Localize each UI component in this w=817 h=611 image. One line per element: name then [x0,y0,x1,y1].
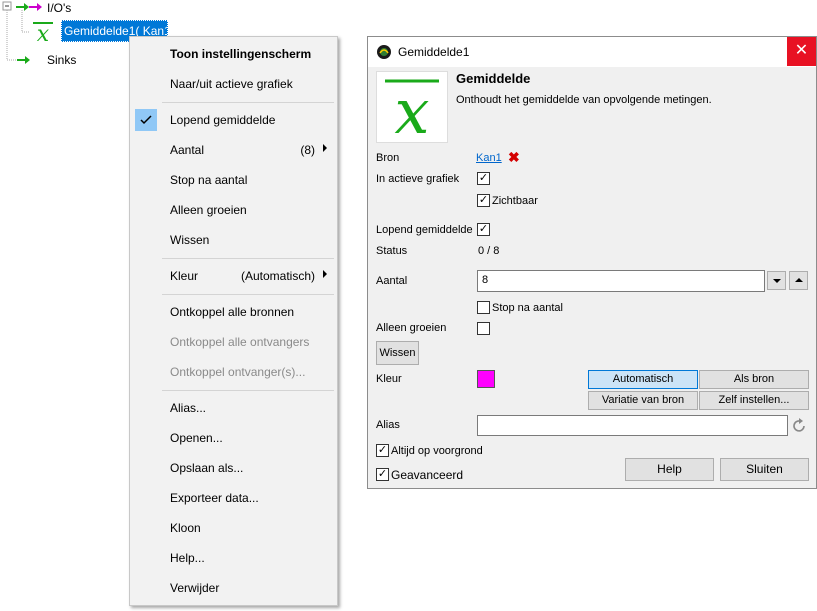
sluiten-button[interactable]: Sluiten [720,458,809,481]
average-icon-box: x [376,71,448,148]
chevron-up-icon [795,278,803,282]
checkmark-icon: ✓ [478,194,489,206]
aantal-decrement-button[interactable] [767,271,786,290]
checkmark-icon: ✓ [377,444,388,456]
menu-item-alias[interactable]: Alias... [130,397,337,419]
menu-item-kloon[interactable]: Kloon [130,517,337,539]
checkmark-icon: ✓ [478,172,489,184]
menu-separator [162,294,334,295]
bron-label: Bron [376,152,400,164]
aantal-increment-button[interactable] [789,271,808,290]
menu-separator [162,102,334,103]
menu-item-help[interactable]: Help... [130,547,337,569]
tree-item-ios[interactable]: I/O's [47,1,71,15]
average-icon: x [385,75,439,148]
zelf-instellen-button[interactable]: Zelf instellen... [699,391,809,410]
aantal-input[interactable]: 8 [477,270,765,292]
menu-item-lopend-gemiddelde[interactable]: Lopend gemiddelde [130,109,337,131]
stop-na-aantal-checkbox[interactable] [477,301,490,314]
title-bar[interactable]: Gemiddelde1 ✕ [368,37,816,67]
stop-na-aantal-label: Stop na aantal [492,302,563,314]
lopend-gemiddelde-checkbox[interactable]: ✓ [477,223,490,236]
menu-item-wissen[interactable]: Wissen [130,229,337,251]
automatisch-button[interactable]: Automatisch [588,370,698,389]
context-menu: Toon instellingenscherm Naar/uit actieve… [129,36,338,606]
reset-alias-icon[interactable] [792,418,808,434]
menu-item-ontkoppel-alle-bronnen[interactable]: Ontkoppel alle bronnen [130,301,337,323]
menu-item-alleen-groeien[interactable]: Alleen groeien [130,199,337,221]
svg-text:x: x [37,22,50,44]
menu-item-toon-instellingenscherm[interactable]: Toon instellingenscherm [130,43,337,65]
menu-item-aantal[interactable]: Aantal (8) [130,139,337,161]
io-icon [16,3,42,11]
svg-text:x: x [395,75,430,142]
average-node-icon: x [33,22,53,44]
in-actieve-grafiek-label: In actieve grafiek [376,173,460,185]
settings-dialog: Gemiddelde1 ✕ x Gemiddelde Onthoudt het … [367,36,817,489]
geavanceerd-checkbox[interactable]: ✓ [376,468,389,481]
bron-link[interactable]: Kan1 [476,152,502,164]
menu-separator [162,390,334,391]
sinks-icon [17,56,30,64]
app-icon [377,45,391,59]
submenu-arrow-icon [323,144,327,152]
submenu-arrow-icon [323,270,327,278]
menu-item-ontkoppel-alle-ontvangers: Ontkoppel alle ontvangers [170,335,310,349]
kleur-swatch[interactable] [477,370,495,388]
checkmark-icon: ✓ [377,468,388,480]
in-actieve-grafiek-checkbox[interactable]: ✓ [477,172,490,185]
checkmark-icon [140,115,152,125]
menu-item-exporteer-data[interactable]: Exporteer data... [130,487,337,509]
menu-separator [162,258,334,259]
close-button[interactable]: ✕ [787,37,816,66]
menu-item-ontkoppel-ontvangers: Ontkoppel ontvanger(s)... [170,365,306,379]
menu-item-openen[interactable]: Openen... [130,427,337,449]
menu-item-verwijder[interactable]: Verwijder [130,577,337,599]
dialog-description: Onthoudt het gemiddelde van opvolgende m… [456,94,712,106]
zichtbaar-label: Zichtbaar [492,195,538,207]
checkmark-icon: ✓ [478,223,489,235]
alias-label: Alias [376,419,400,431]
dialog-heading: Gemiddelde [456,71,531,86]
close-icon: ✕ [794,42,809,59]
tree-item-sinks[interactable]: Sinks [47,53,76,67]
wissen-button[interactable]: Wissen [376,341,419,365]
altijd-op-voorgrond-checkbox[interactable]: ✓ [376,444,389,457]
lopend-gemiddelde-label: Lopend gemiddelde [376,224,473,236]
status-label: Status [376,245,408,257]
help-button[interactable]: Help [625,458,714,481]
menu-item-stop-na-aantal[interactable]: Stop na aantal [130,169,337,191]
zichtbaar-checkbox[interactable]: ✓ [477,194,490,207]
menu-item-kleur[interactable]: Kleur (Automatisch) [130,265,337,287]
kleur-label: Kleur [376,373,402,385]
chevron-down-icon [773,279,781,283]
alias-input[interactable] [477,415,788,436]
remove-source-icon[interactable]: ✖ [508,149,520,166]
menu-item-naar-uit-actieve-grafiek[interactable]: Naar/uit actieve grafiek [130,73,337,95]
alleen-groeien-label: Alleen groeien [376,322,447,334]
altijd-op-voorgrond-label: Altijd op voorgrond [391,445,483,457]
als-bron-button[interactable]: Als bron [699,370,809,389]
alleen-groeien-checkbox[interactable] [477,322,490,335]
geavanceerd-label: Geavanceerd [391,468,464,482]
variatie-van-bron-button[interactable]: Variatie van bron [588,391,698,410]
menu-item-opslaan-als[interactable]: Opslaan als... [130,457,337,479]
aantal-label: Aantal [376,275,408,287]
dialog-title: Gemiddelde1 [398,45,470,59]
status-value: 0 / 8 [478,245,500,257]
